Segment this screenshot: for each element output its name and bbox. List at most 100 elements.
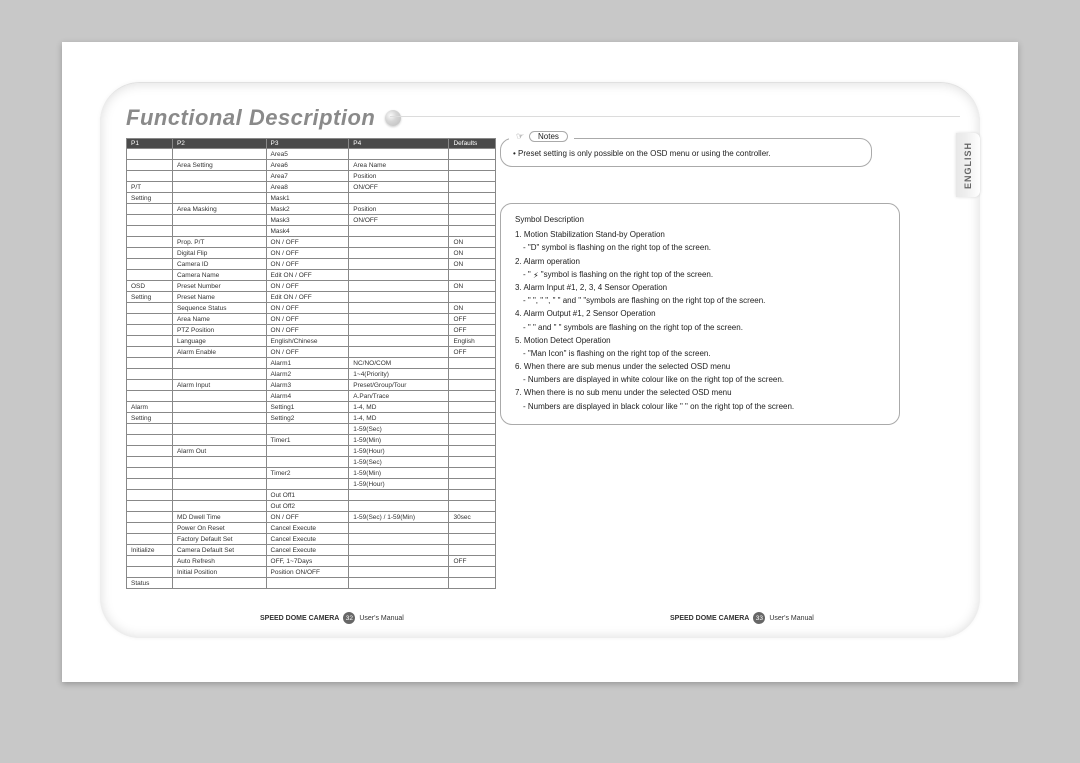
table-cell	[449, 545, 496, 556]
table-cell	[127, 336, 173, 347]
table-cell: 1-59(Min)	[349, 468, 449, 479]
table-row: Area NameON / OFFOFF	[127, 314, 496, 325]
table-row: Area5	[127, 149, 496, 160]
symbol-sub: - " " and " " symbols are flashing on th…	[515, 322, 885, 333]
table-row: Alarm EnableON / OFFOFF	[127, 347, 496, 358]
table-cell	[449, 424, 496, 435]
table-cell	[172, 215, 266, 226]
table-cell	[349, 292, 449, 303]
table-cell	[449, 149, 496, 160]
table-cell	[449, 226, 496, 237]
table-cell	[349, 193, 449, 204]
table-cell: ON/OFF	[349, 215, 449, 226]
table-cell: Alarm	[127, 402, 173, 413]
table-row: SettingPreset NameEdit ON / OFF	[127, 292, 496, 303]
table-cell: Area Name	[349, 160, 449, 171]
table-cell: Out Off1	[266, 490, 349, 501]
table-cell: OFF	[449, 314, 496, 325]
table-cell: 1~4(Priority)	[349, 369, 449, 380]
table-cell	[449, 457, 496, 468]
table-row: Alarm Out1-59(Hour)	[127, 446, 496, 457]
table-row: 1-59(Hour)	[127, 479, 496, 490]
table-cell: Area7	[266, 171, 349, 182]
table-cell: Setting	[127, 193, 173, 204]
table-cell	[349, 248, 449, 259]
table-cell: Setting	[127, 292, 173, 303]
table-cell	[449, 567, 496, 578]
table-cell: ON	[449, 248, 496, 259]
table-cell: Area8	[266, 182, 349, 193]
table-cell	[349, 237, 449, 248]
table-cell: Factory Default Set	[172, 534, 266, 545]
table-cell	[449, 292, 496, 303]
table-cell	[349, 534, 449, 545]
table-cell: Setting2	[266, 413, 349, 424]
symbol-sub: - Numbers are displayed in black colour …	[515, 401, 885, 412]
table-cell: Position ON/OFF	[266, 567, 349, 578]
table-cell	[349, 270, 449, 281]
notes-box: ☞ Notes • Preset setting is only possibl…	[500, 138, 872, 167]
table-cell	[127, 523, 173, 534]
table-row: Area SettingArea6Area Name	[127, 160, 496, 171]
table-cell	[172, 479, 266, 490]
table-cell: Digital Flip	[172, 248, 266, 259]
table-cell	[172, 391, 266, 402]
table-cell	[172, 358, 266, 369]
page-number-badge: 33	[753, 612, 765, 624]
symbol-item: 5. Motion Detect Operation	[515, 335, 885, 346]
table-row: Alarm1NC/NO/COM	[127, 358, 496, 369]
table-cell	[127, 248, 173, 259]
table-cell	[127, 391, 173, 402]
table-cell: Initial Position	[172, 567, 266, 578]
table-cell	[172, 369, 266, 380]
footer-right: SPEED DOME CAMERA 33 User's Manual	[670, 612, 814, 624]
table-cell	[127, 149, 173, 160]
menu-structure-table: P1P2P3P4Defaults Area5Area SettingArea6A…	[126, 138, 496, 589]
table-row: PTZ PositionON / OFFOFF	[127, 325, 496, 336]
table-cell: ON / OFF	[266, 237, 349, 248]
symbol-sub: - "D" symbol is flashing on the right to…	[515, 242, 885, 253]
table-cell: ON / OFF	[266, 325, 349, 336]
table-cell	[349, 325, 449, 336]
table-cell	[127, 303, 173, 314]
table-cell: Area Masking	[172, 204, 266, 215]
table-row: Initial PositionPosition ON/OFF	[127, 567, 496, 578]
table-row: Digital FlipON / OFF ON	[127, 248, 496, 259]
hand-pointing-icon: ☞	[515, 132, 525, 142]
table-cell	[172, 149, 266, 160]
table-cell	[127, 369, 173, 380]
table-cell: 1-59(Sec)	[349, 424, 449, 435]
notes-badge: ☞ Notes	[509, 131, 574, 142]
table-cell	[449, 402, 496, 413]
table-cell	[127, 435, 173, 446]
table-row: Power On ResetCancel Execute	[127, 523, 496, 534]
table-cell: 1-59(Min)	[349, 435, 449, 446]
table-cell: ON/OFF	[349, 182, 449, 193]
table-cell: PTZ Position	[172, 325, 266, 336]
table-cell	[172, 402, 266, 413]
table-row: SettingSetting21-4, MD	[127, 413, 496, 424]
table-cell: Cancel Execute	[266, 523, 349, 534]
page-title: Functional Description	[126, 105, 375, 131]
table-cell: ON / OFF	[266, 248, 349, 259]
table-row: Mask4	[127, 226, 496, 237]
table-row: Timer11-59(Min)	[127, 435, 496, 446]
language-tab: ENGLISH	[956, 133, 980, 197]
table-cell: Camera Default Set	[172, 545, 266, 556]
table-row: 1-59(Sec)	[127, 424, 496, 435]
symbol-item: 1. Motion Stabilization Stand-by Operati…	[515, 229, 885, 240]
table-cell	[266, 457, 349, 468]
table-cell	[449, 534, 496, 545]
table-row: Camera NameEdit ON / OFF	[127, 270, 496, 281]
symbol-description-box: Symbol Description 1. Motion Stabilizati…	[500, 203, 900, 425]
content-card: Functional Description ENGLISH P1P2P3P4D…	[100, 82, 980, 638]
table-cell: Camera ID	[172, 259, 266, 270]
table-cell: Alarm3	[266, 380, 349, 391]
table-cell	[127, 358, 173, 369]
symbol-item: 6. When there are sub menus under the se…	[515, 361, 885, 372]
document-page: Functional Description ENGLISH P1P2P3P4D…	[62, 42, 1018, 682]
table-cell: Position	[349, 171, 449, 182]
text: - "	[523, 270, 533, 279]
table-cell: OSD	[127, 281, 173, 292]
table-cell: NC/NO/COM	[349, 358, 449, 369]
